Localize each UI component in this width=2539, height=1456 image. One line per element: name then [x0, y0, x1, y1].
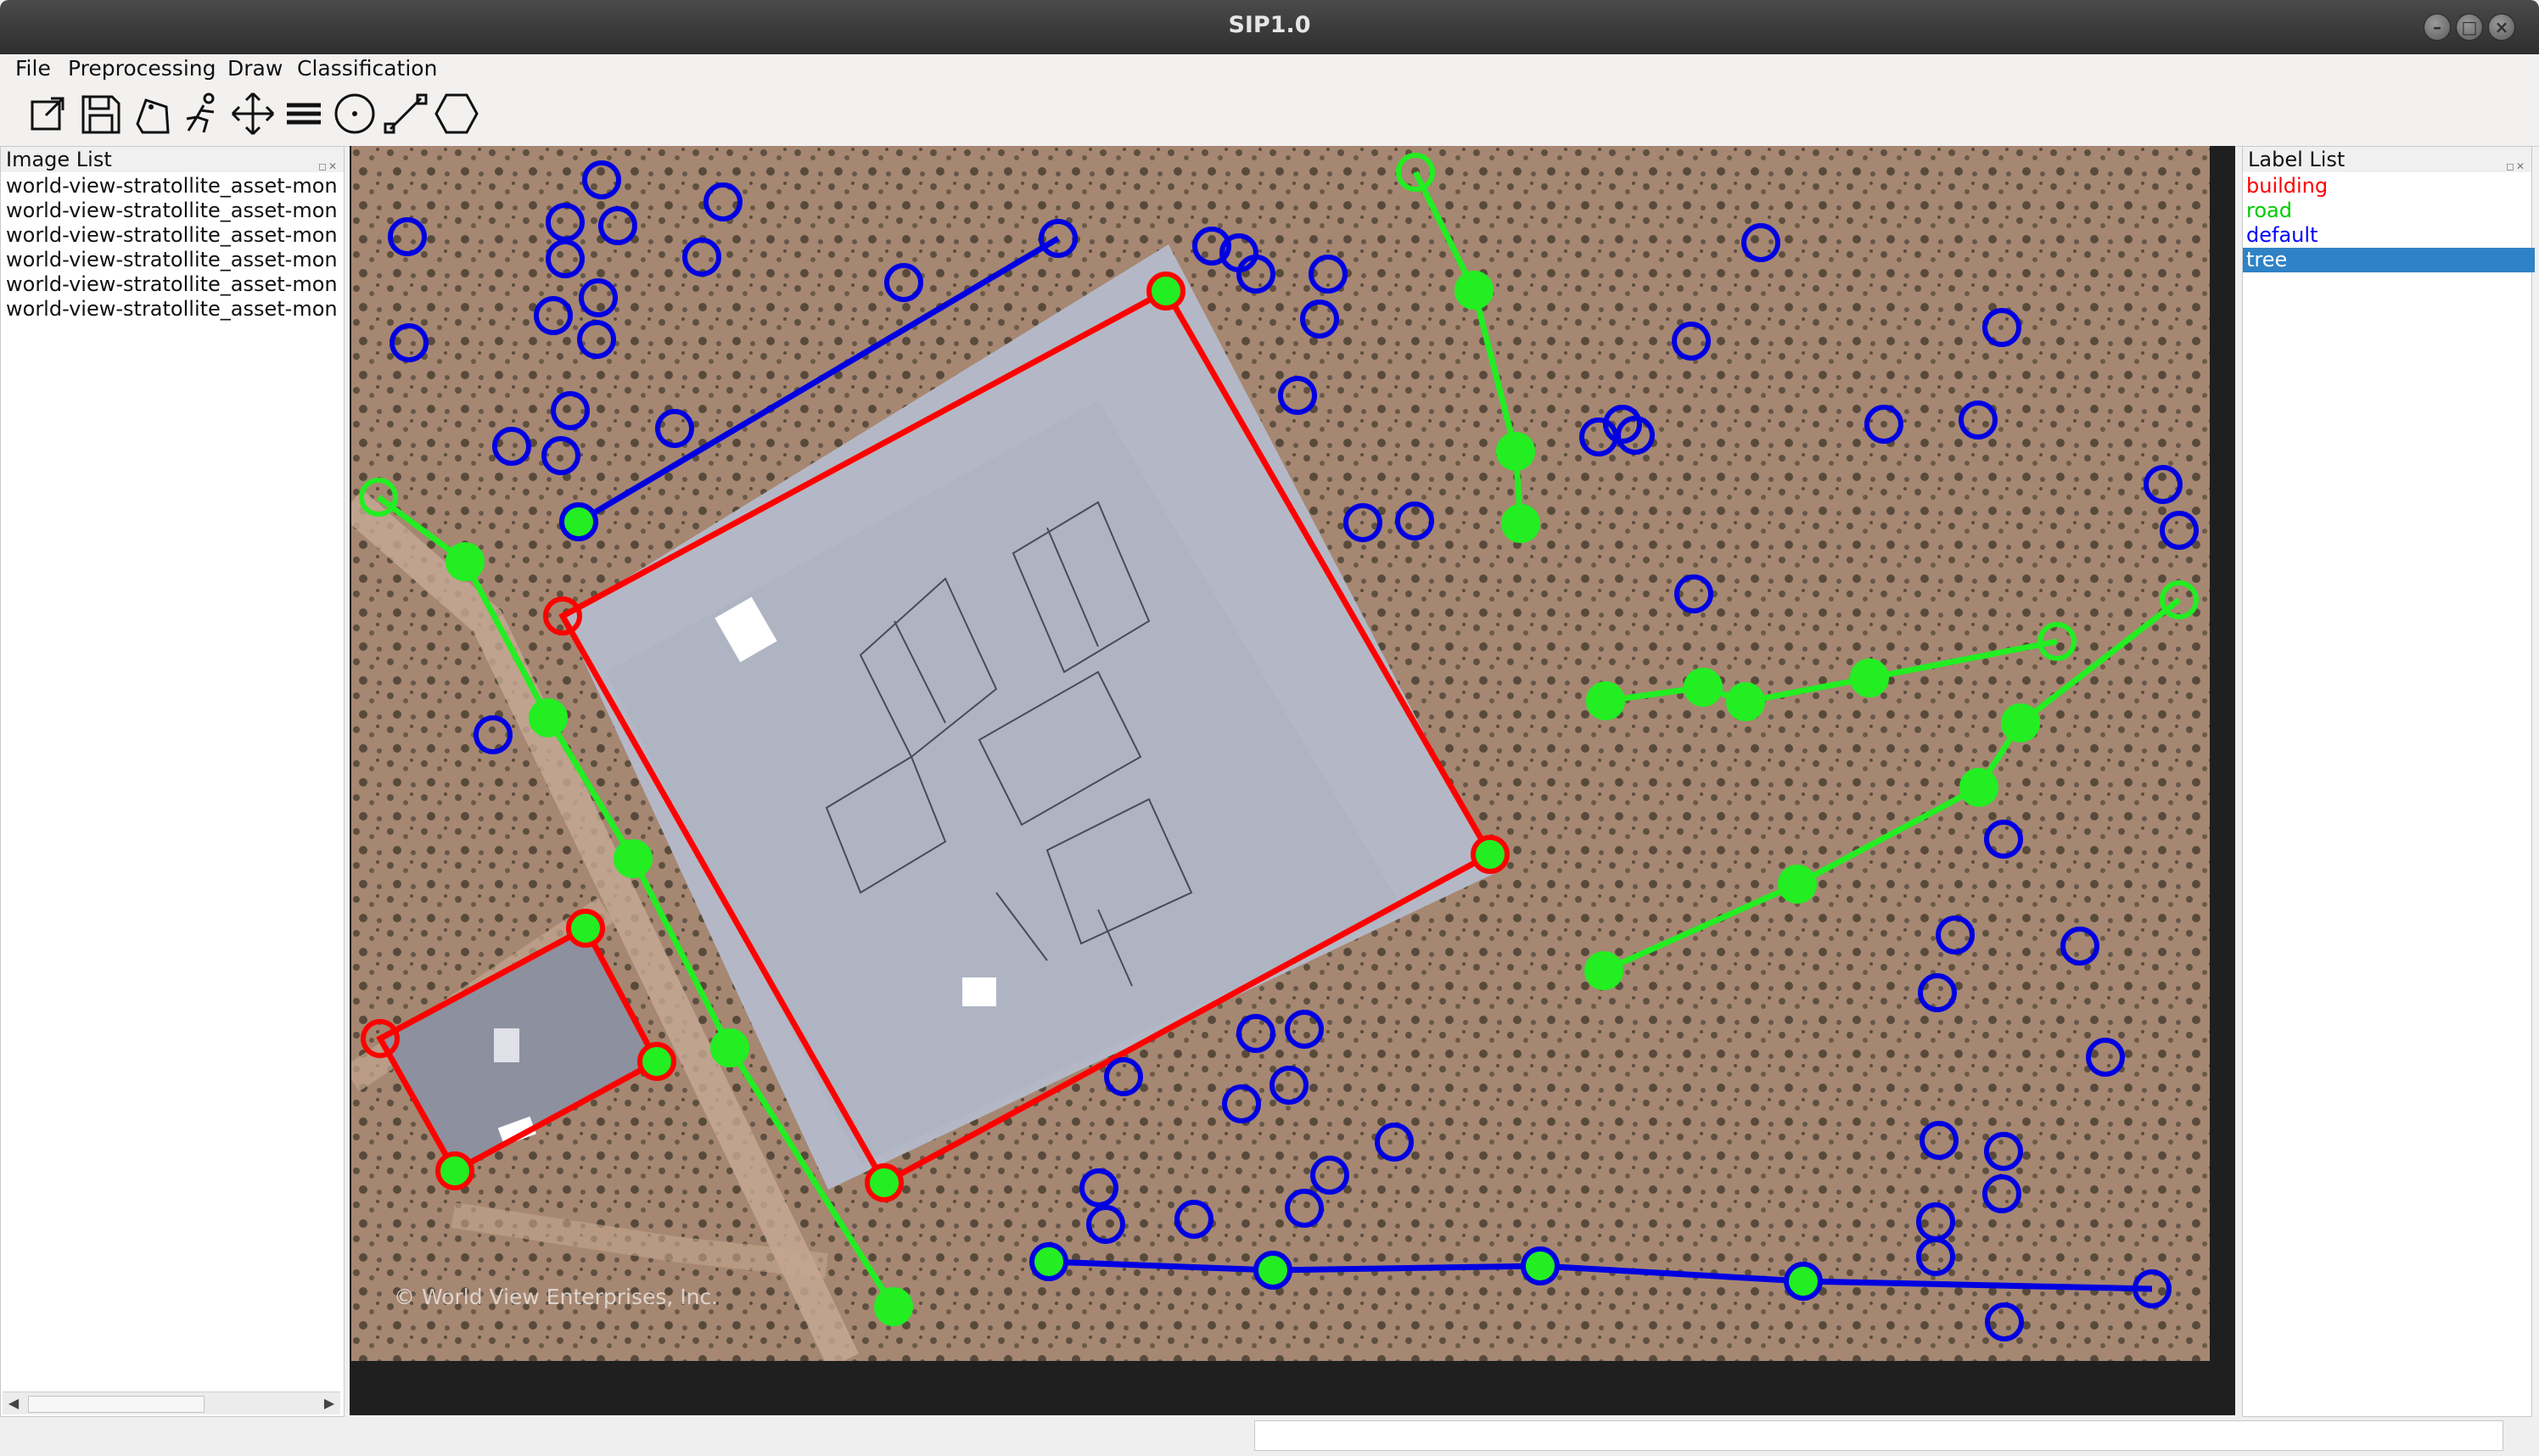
scroll-right-icon[interactable]: ▶ — [318, 1392, 340, 1414]
status-bar — [0, 1417, 2539, 1456]
building-roof — [962, 977, 996, 1006]
menu-preprocessing[interactable]: Preprocessing — [68, 54, 216, 83]
vertex-handle[interactable] — [614, 839, 653, 878]
image-list-panel: Image List ◻✕ world-view-stratollite_ass… — [0, 146, 345, 1417]
tag-icon[interactable] — [129, 90, 177, 137]
vertex-handle[interactable] — [637, 1042, 676, 1081]
walk-icon[interactable] — [178, 90, 226, 137]
label-item-default[interactable]: default — [2243, 223, 2535, 248]
satellite-image[interactable]: © World View Enterprises, Inc. — [351, 146, 2210, 1361]
minimize-icon: – — [2433, 17, 2441, 37]
vertex-handle[interactable] — [1146, 272, 1185, 311]
vertex-handle[interactable] — [1521, 1246, 1560, 1285]
vertex-handle[interactable] — [1684, 668, 1723, 707]
vertex-handle[interactable] — [529, 698, 568, 737]
move-icon[interactable] — [229, 90, 277, 137]
status-field — [1254, 1420, 2503, 1451]
label-list-title: Label List — [2248, 148, 2346, 171]
vertex-handle[interactable] — [1253, 1251, 1292, 1290]
vertex-handle[interactable] — [2001, 703, 2040, 742]
vertex-handle[interactable] — [1850, 658, 1889, 697]
label-list-panel: Label List ◻✕ building road default tree — [2242, 146, 2535, 1417]
vertex-handle[interactable] — [559, 502, 598, 541]
horizontal-scrollbar[interactable]: ◀ ▶ — [3, 1392, 340, 1414]
save-icon[interactable] — [76, 90, 124, 137]
image-list-title: Image List — [6, 148, 112, 171]
label-item-road[interactable]: road — [2243, 199, 2535, 223]
vertex-handle[interactable] — [710, 1028, 749, 1067]
vertex-handle[interactable] — [1586, 681, 1625, 720]
line-tool-icon[interactable] — [382, 90, 429, 137]
toolbar — [0, 83, 2539, 147]
vertex-handle[interactable] — [1584, 951, 1623, 990]
polygon-tool-icon[interactable] — [433, 90, 480, 137]
menu-file[interactable]: File — [15, 54, 51, 83]
list-item[interactable]: world-view-stratollite_asset-mon — [6, 248, 338, 272]
annotation-canvas[interactable] — [351, 146, 2210, 1361]
vertex-handle[interactable] — [435, 1151, 474, 1190]
list-item[interactable]: world-view-stratollite_asset-mon — [6, 297, 338, 322]
map-watermark: © World View Enterprises, Inc. — [394, 1285, 719, 1309]
label-list-header: Label List ◻✕ — [2243, 147, 2531, 172]
list-item[interactable]: world-view-stratollite_asset-mon — [6, 272, 338, 297]
vertex-handle[interactable] — [1959, 768, 1998, 807]
window-title: SIP1.0 — [1228, 12, 1311, 38]
menu-bar: File Preprocessing Draw Classification — [0, 54, 2539, 83]
vertex-handle[interactable] — [446, 542, 485, 581]
vertex-handle[interactable] — [1496, 432, 1535, 471]
scroll-left-icon[interactable]: ◀ — [3, 1392, 25, 1414]
menu-icon[interactable] — [280, 90, 328, 137]
vertex-handle[interactable] — [566, 909, 605, 948]
close-button[interactable]: × — [2488, 14, 2515, 41]
vertex-handle[interactable] — [1501, 504, 1540, 543]
open-icon[interactable] — [24, 90, 71, 137]
vertex-handle[interactable] — [1778, 865, 1817, 904]
list-item[interactable]: world-view-stratollite_asset-mon — [6, 199, 338, 223]
list-item[interactable]: world-view-stratollite_asset-mon — [6, 174, 338, 199]
title-bar: SIP1.0 – □ × — [0, 0, 2539, 54]
vertex-handle[interactable] — [1029, 1242, 1068, 1281]
maximize-icon: □ — [2461, 17, 2478, 37]
maximize-button[interactable]: □ — [2456, 14, 2483, 41]
vertex-handle[interactable] — [865, 1163, 904, 1202]
vertex-handle[interactable] — [1784, 1262, 1823, 1301]
menu-draw[interactable]: Draw — [227, 54, 283, 83]
vertex-handle[interactable] — [1471, 835, 1510, 874]
image-list: world-view-stratollite_asset-mon world-v… — [1, 174, 340, 1443]
list-item[interactable]: world-view-stratollite_asset-mon — [6, 223, 338, 248]
canvas-area[interactable]: © World View Enterprises, Inc. — [350, 146, 2235, 1415]
label-item-tree[interactable]: tree — [2243, 248, 2535, 272]
menu-classification[interactable]: Classification — [297, 54, 437, 83]
minimize-button[interactable]: – — [2424, 14, 2451, 41]
label-item-building[interactable]: building — [2243, 174, 2535, 199]
circle-tool-icon[interactable] — [331, 90, 378, 137]
vertex-handle[interactable] — [1726, 682, 1765, 721]
close-icon: × — [2494, 17, 2509, 37]
scroll-thumb[interactable] — [28, 1396, 205, 1413]
image-list-header: Image List ◻✕ — [1, 147, 344, 172]
vertex-handle[interactable] — [874, 1287, 913, 1326]
vertex-handle[interactable] — [1454, 271, 1494, 310]
